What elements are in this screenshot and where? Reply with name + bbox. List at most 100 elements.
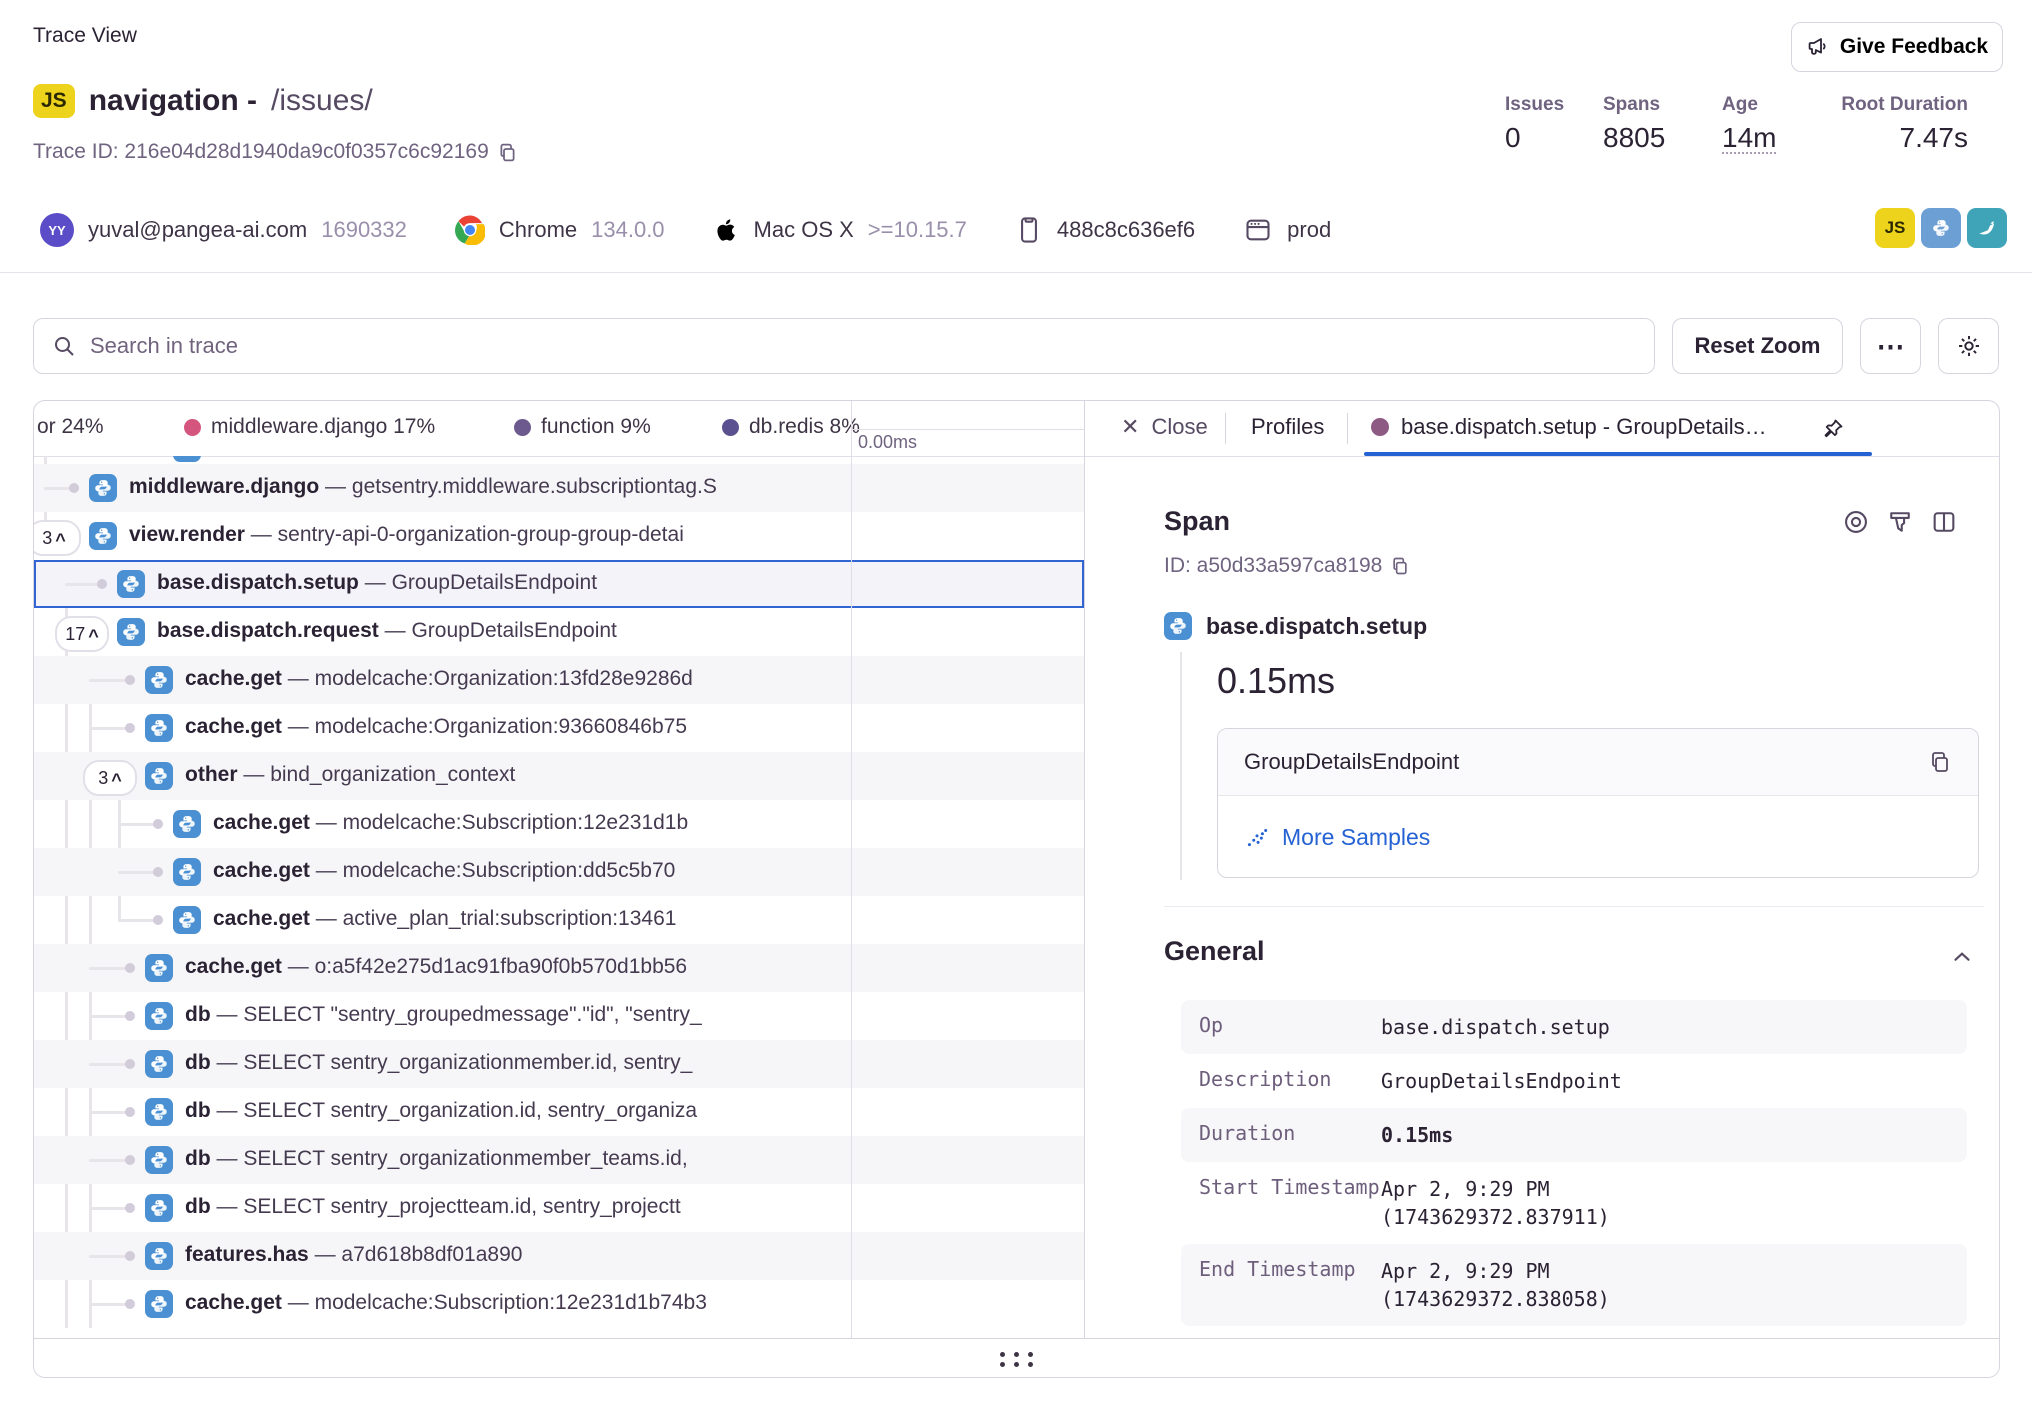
span-row-label: base.dispatch.request — GroupDetailsEndp… [157,619,848,643]
javascript-platform-badge: JS [33,84,75,118]
device-id[interactable]: 488c8c636ef6 [1057,217,1195,243]
settings-button[interactable] [1938,318,1999,374]
span-detail-panel: Span ID: a50d33a597ca8198 base.dispatch.… [1085,456,2000,1338]
span-row-label: features.has — a7d618b8df01a890 [185,1243,848,1267]
chevron-up-icon[interactable] [1949,944,1975,970]
trace-span-row[interactable]: cache.get — modelcache:Subscription:12e2… [34,1280,1084,1328]
filter-funnel-icon[interactable] [1886,508,1914,536]
trace-span-row[interactable]: 17^ base.dispatch.request — GroupDetails… [34,608,1084,656]
trace-span-row[interactable]: db — SELECT sentry_projectteam.id, sentr… [34,1184,1084,1232]
page-title: Trace View [33,24,137,48]
tab-span-details[interactable]: base.dispatch.setup - GroupDetails… [1371,414,1767,440]
side-panel-icon[interactable] [1930,508,1958,536]
trace-span-row[interactable]: base.dispatch.setup — GroupDetailsEndpoi… [34,560,1084,608]
trace-span-row[interactable]: cache.get — modelcache:Subscription:dd5c… [34,848,1084,896]
legend-dot [722,419,739,436]
avatar[interactable]: YY [40,213,74,247]
browser-name[interactable]: Chrome [499,217,577,243]
search-icon [52,334,76,358]
tree-connector-dot [125,1011,135,1021]
search-input[interactable] [88,332,1654,360]
more-samples-link[interactable]: More Samples [1282,824,1430,851]
section-divider [1164,906,1984,907]
trace-span-row[interactable] [34,456,1084,464]
span-row-label: cache.get — modelcache:Subscription:12e2… [185,1291,848,1315]
tree-connector-line [118,823,157,826]
profile-samples-icon [1244,824,1270,850]
span-row-label: cache.get — o:a5f42e275d1ac91fba90f0b570… [185,955,848,979]
span-tree: middleware.django — getsentry.middleware… [34,456,1084,1338]
trace-span-row[interactable]: middleware.django — getsentry.middleware… [34,464,1084,512]
trace-span-row[interactable]: cache.get — o:a5f42e275d1ac91fba90f0b570… [34,944,1084,992]
span-row-label: cache.get — modelcache:Subscription:dd5c… [213,859,848,883]
trace-waterfall-container: or 24% middleware.django 17% function 9%… [33,400,2000,1378]
span-row-label: cache.get — active_plan_trial:subscripti… [213,907,848,931]
python-icon [173,456,201,462]
copy-icon[interactable] [497,142,518,163]
tree-connector-dot [125,963,135,973]
tree-connector-dot [125,1107,135,1117]
timeline-tick-label: 0.00ms [858,432,917,453]
tree-connector-dot [125,1203,135,1213]
more-options-button[interactable]: ⋯ [1860,318,1921,374]
environment[interactable]: prod [1287,217,1331,243]
trace-span-row[interactable]: db — SELECT "sentry_groupedmessage"."id"… [34,992,1084,1040]
span-row-label: cache.get — modelcache:Organization:13fd… [185,667,848,691]
os-version: >=10.15.7 [868,217,967,243]
collapse-children-pill[interactable]: 3^ [34,520,81,556]
header-divider [0,272,2032,273]
tree-connector-line [89,1063,129,1066]
general-section-heading: General [1164,936,1265,967]
trace-span-row[interactable]: 3^ other — bind_organization_context [34,752,1084,800]
megaphone-icon [1806,35,1830,59]
tab-separator [1225,413,1226,444]
trace-span-row[interactable]: 3^ view.render — sentry-api-0-organizati… [34,512,1084,560]
sample-card-header: GroupDetailsEndpoint [1218,729,1978,796]
tree-connector-line [89,679,129,682]
python-icon [145,1290,173,1318]
tree-connector-dot [125,675,135,685]
legend-dot [514,419,531,436]
user-email[interactable]: yuval@pangea-ai.com [88,217,307,243]
trace-span-row[interactable]: cache.get — active_plan_trial:subscripti… [34,896,1084,944]
drag-grip-icon[interactable] [1000,1352,1033,1367]
focus-target-icon[interactable] [1842,508,1870,536]
python-sdk-icon [1921,208,1961,248]
collapse-children-pill[interactable]: 17^ [55,616,109,652]
trace-span-row[interactable]: cache.get — modelcache:Organization:9366… [34,704,1084,752]
span-row-label: base.dispatch.setup — GroupDetailsEndpoi… [157,571,848,595]
tree-connector-dot [97,579,107,589]
copy-icon[interactable] [1928,750,1952,774]
pin-tab-button[interactable] [1813,411,1853,447]
collapse-children-pill[interactable]: 3^ [83,760,137,796]
general-row-key: Start Timestamp [1199,1175,1381,1231]
trace-span-row[interactable]: cache.get — modelcache:Organization:13fd… [34,656,1084,704]
copy-icon[interactable] [1390,556,1410,576]
tree-connector-dot [125,1155,135,1165]
span-row-label: db — SELECT "sentry_groupedmessage"."id"… [185,1003,848,1027]
span-row-label: view.render — sentry-api-0-organization-… [129,523,848,547]
span-row-label: cache.get — modelcache:Organization:9366… [185,715,848,739]
python-icon [173,906,201,934]
trace-span-row[interactable]: cache.get — modelcache:Subscription:12e2… [34,800,1084,848]
reset-zoom-button[interactable]: Reset Zoom [1672,318,1843,374]
python-icon [89,522,117,550]
trace-span-row[interactable]: db — SELECT sentry_organizationmember_te… [34,1136,1084,1184]
tab-profiles[interactable]: Profiles [1251,414,1324,440]
trace-span-row[interactable]: features.has — a7d618b8df01a890 [34,1232,1084,1280]
resize-handle-bar[interactable] [34,1338,1999,1378]
os-name[interactable]: Mac OS X [754,217,854,243]
tree-connector-dot [153,819,163,829]
python-icon [145,954,173,982]
give-feedback-button[interactable]: Give Feedback [1791,22,2003,72]
sample-card: GroupDetailsEndpoint More Samples [1217,728,1979,878]
timeline-column-divider [851,401,852,1338]
general-row-key: Description [1199,1067,1381,1095]
general-row: Op base.dispatch.setup [1181,1000,1967,1054]
trace-span-row[interactable]: db — SELECT sentry_organization.id, sent… [34,1088,1084,1136]
transaction-path: /issues/ [271,84,373,118]
age-value[interactable]: 14m [1722,123,1776,154]
close-detail-tab[interactable]: ✕ Close [1121,414,1208,440]
trace-span-row[interactable]: db — SELECT sentry_organizationmember.id… [34,1040,1084,1088]
tree-connector-line [89,727,129,730]
